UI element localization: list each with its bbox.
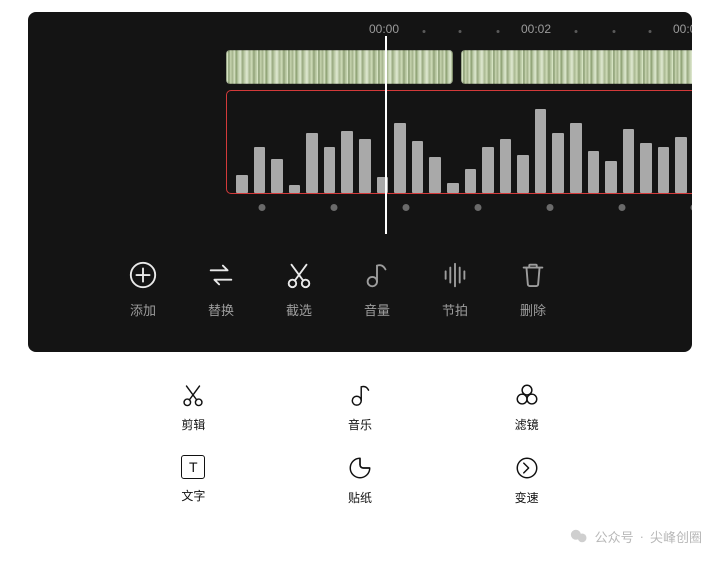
time-ruler: 00:00 00:02 00:04 <box>28 12 692 48</box>
swap-icon <box>206 260 236 290</box>
sticker-feature[interactable]: 贴纸 <box>347 455 373 506</box>
music-note-icon <box>362 260 392 290</box>
cut-label: 截选 <box>286 300 312 319</box>
time-label: 00:00 <box>369 22 399 36</box>
waveform-bar <box>324 147 336 193</box>
tick-dot <box>649 30 652 33</box>
waveform-bar <box>412 141 424 193</box>
video-clip[interactable] <box>461 50 692 84</box>
waveform-bar <box>640 143 652 193</box>
beat-marker[interactable] <box>403 204 410 211</box>
video-track[interactable] <box>226 50 692 84</box>
watermark: 公众号 · 尖峰创圈 <box>569 526 702 546</box>
cut-button[interactable]: 截选 <box>284 260 314 319</box>
beat-marker[interactable] <box>475 204 482 211</box>
beat-marker[interactable] <box>691 204 693 211</box>
text-icon: T <box>181 455 205 479</box>
time-label: 00:02 <box>521 22 551 36</box>
sticker-label: 贴纸 <box>348 489 372 506</box>
beat-button[interactable]: 节拍 <box>440 260 470 319</box>
tick-dot <box>459 30 462 33</box>
waveform-bar <box>254 147 266 193</box>
waveform-bar <box>429 157 441 193</box>
music-feature[interactable]: 音乐 <box>347 382 373 433</box>
add-button[interactable]: 添加 <box>128 260 158 319</box>
waveform-bar <box>289 185 301 193</box>
beat-marker[interactable] <box>259 204 266 211</box>
waveform-bar <box>447 183 459 193</box>
volume-button[interactable]: 音量 <box>362 260 392 319</box>
text-label: 文字 <box>181 487 205 504</box>
waveform-bar <box>236 175 248 193</box>
speed-feature[interactable]: 变速 <box>514 455 540 506</box>
music-label: 音乐 <box>348 416 372 433</box>
scissors-icon <box>180 382 206 408</box>
delete-label: 删除 <box>520 300 546 319</box>
add-label: 添加 <box>130 300 156 319</box>
beat-marker[interactable] <box>331 204 338 211</box>
waveform-bar <box>359 139 371 193</box>
waveform-bar <box>588 151 600 193</box>
plus-circle-icon <box>128 260 158 290</box>
waveform-bar <box>623 129 635 193</box>
watermark-sep: · <box>640 529 644 544</box>
edit-label: 剪辑 <box>181 416 205 433</box>
beat-marker-row <box>226 200 692 218</box>
beat-marker[interactable] <box>547 204 554 211</box>
timeline[interactable]: 00:00 00:02 00:04 <box>28 12 692 252</box>
waveform-bar <box>552 133 564 193</box>
waveform-bar <box>394 123 406 193</box>
waveform-bar <box>341 131 353 193</box>
text-feature[interactable]: T 文字 <box>181 455 205 506</box>
feature-grid: 剪辑 音乐 滤镜 T 文字 贴纸 变速 <box>0 352 720 506</box>
playhead[interactable] <box>385 36 387 234</box>
scissors-icon <box>284 260 314 290</box>
volume-label: 音量 <box>364 300 390 319</box>
waveform-bar <box>570 123 582 193</box>
waveform-bar <box>675 137 687 193</box>
filter-label: 滤镜 <box>515 416 539 433</box>
speed-icon <box>514 455 540 481</box>
waveform-bar <box>517 155 529 193</box>
trash-icon <box>518 260 548 290</box>
waveform-bar <box>500 139 512 193</box>
audio-track[interactable] <box>226 90 692 194</box>
edit-feature[interactable]: 剪辑 <box>180 382 206 433</box>
music-note-icon <box>347 382 373 408</box>
tick-dot <box>423 30 426 33</box>
speed-label: 变速 <box>515 489 539 506</box>
waveform-bar <box>482 147 494 193</box>
waveform-bar <box>535 109 547 193</box>
clip-toolbar: 添加 替换 截选 音量 节拍 删除 <box>28 252 692 337</box>
tick-dot <box>575 30 578 33</box>
watermark-prefix: 公众号 <box>595 527 634 546</box>
filter-circles-icon <box>514 382 540 408</box>
waveform-bar <box>306 133 318 193</box>
watermark-name: 尖峰创圈 <box>650 527 702 546</box>
tick-dot <box>613 30 616 33</box>
swap-button[interactable]: 替换 <box>206 260 236 319</box>
waveform-bar <box>605 161 617 193</box>
tick-dot <box>497 30 500 33</box>
time-label: 00:04 <box>673 22 692 36</box>
delete-button[interactable]: 删除 <box>518 260 548 319</box>
video-clip[interactable] <box>226 50 453 84</box>
audio-bars-icon <box>440 260 470 290</box>
waveform-bar <box>271 159 283 193</box>
sticker-icon <box>347 455 373 481</box>
beat-marker[interactable] <box>619 204 626 211</box>
wechat-icon <box>569 526 589 546</box>
waveform-bar <box>465 169 477 193</box>
swap-label: 替换 <box>208 300 234 319</box>
waveform-bar <box>658 147 670 193</box>
video-editor-panel: 00:00 00:02 00:04 添加 替换 截选 音量 <box>28 12 692 352</box>
beat-label: 节拍 <box>442 300 468 319</box>
filter-feature[interactable]: 滤镜 <box>514 382 540 433</box>
